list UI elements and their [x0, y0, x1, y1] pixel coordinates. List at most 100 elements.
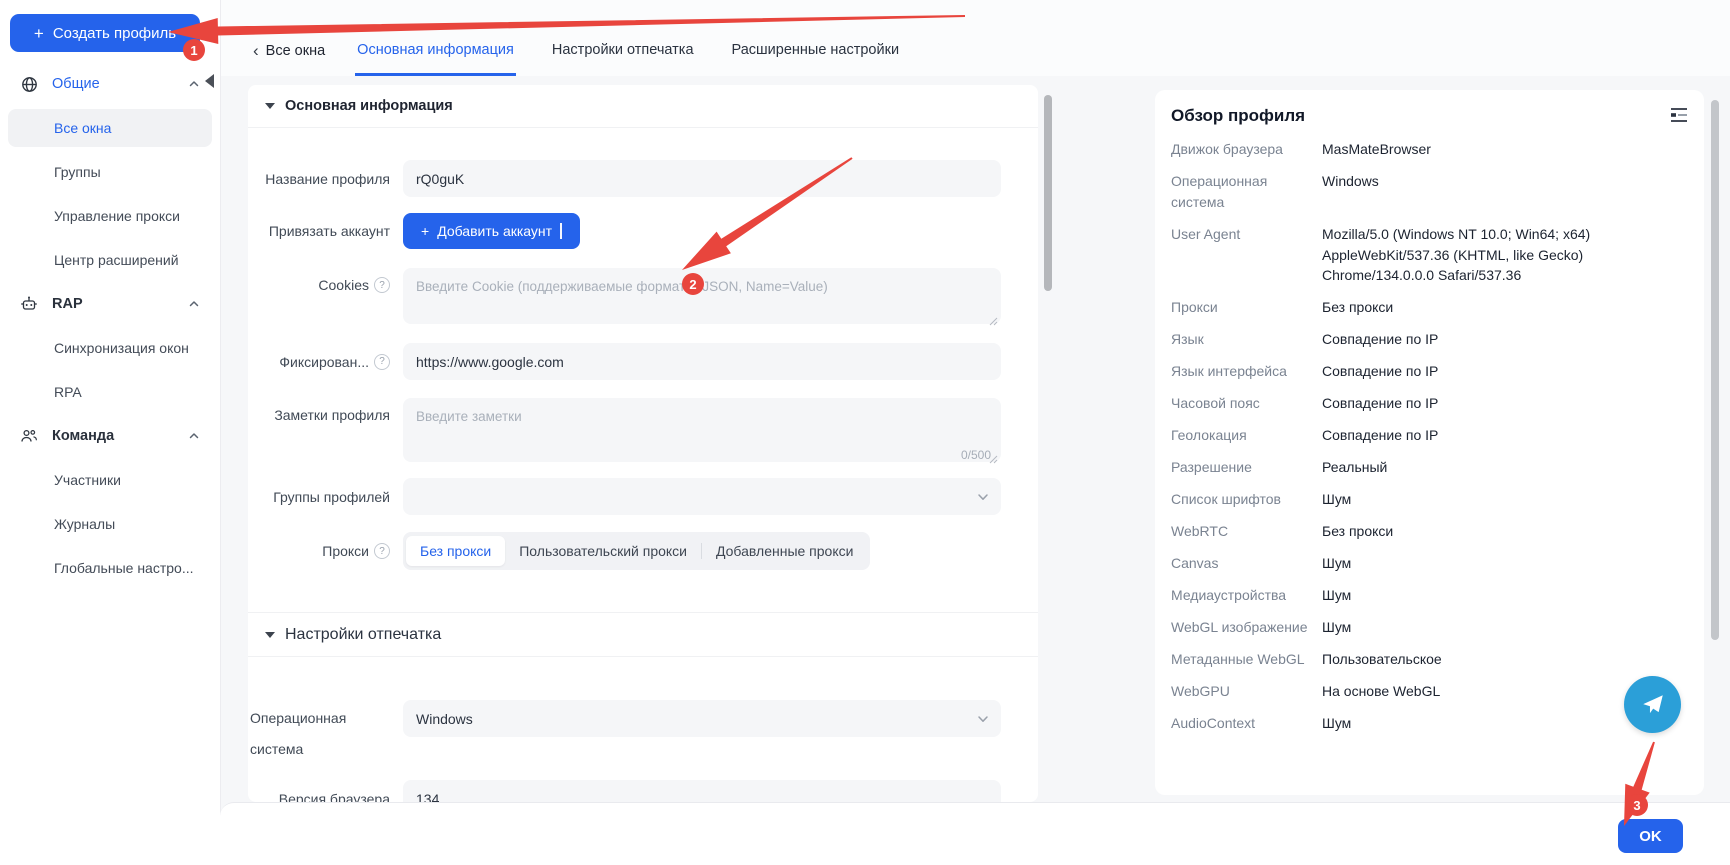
- overview-row-label: Часовой пояс: [1171, 393, 1313, 414]
- sidebar-item[interactable]: Глобальные настро...: [0, 546, 220, 590]
- sidebar-section-2-header[interactable]: RAP: [0, 282, 220, 326]
- sidebar-item[interactable]: Журналы: [0, 502, 220, 546]
- os-select[interactable]: Windows: [403, 700, 1001, 737]
- help-icon[interactable]: ?: [374, 277, 390, 293]
- profile-form-card: Основная информация Название профиля При…: [248, 85, 1038, 802]
- overview-row-value: Шум: [1313, 489, 1688, 510]
- help-icon[interactable]: ?: [374, 354, 390, 370]
- sidebar-section-1-header[interactable]: Общие: [0, 62, 220, 106]
- sidebar-item[interactable]: RPA: [0, 370, 220, 414]
- sidebar-section-3-header[interactable]: Команда: [0, 414, 220, 458]
- resize-handle-icon[interactable]: [989, 317, 998, 326]
- create-profile-button[interactable]: + Создать профиль: [10, 14, 200, 52]
- overview-row: CanvasШум: [1171, 553, 1688, 574]
- overview-row: Часовой поясСовпадение по IP: [1171, 393, 1688, 414]
- overview-row-label: AudioContext: [1171, 713, 1313, 734]
- proxy-option-2[interactable]: Пользовательский прокси: [505, 536, 701, 566]
- telegram-button[interactable]: [1624, 676, 1681, 733]
- bind-account-label: Привязать аккаунт: [250, 213, 390, 249]
- fixed-url-input[interactable]: [403, 343, 1001, 380]
- chevron-up-icon: [188, 78, 200, 90]
- cookies-label: Cookies ?: [250, 277, 390, 293]
- sidebar-item[interactable]: Все окна: [8, 109, 212, 147]
- sidebar-item[interactable]: Центр расширений: [0, 238, 220, 282]
- add-account-label: Добавить аккаунт: [437, 223, 552, 239]
- plus-icon: +: [421, 223, 429, 239]
- tab-2[interactable]: Настройки отпечатка: [550, 42, 696, 76]
- sidebar-item[interactable]: Управление прокси: [0, 194, 220, 238]
- proxy-label: Прокси ?: [250, 532, 390, 570]
- profile-groups-label: Группы профилей: [250, 478, 390, 515]
- sidebar-item[interactable]: Группы: [0, 150, 220, 194]
- chevron-left-icon: ‹: [253, 46, 259, 56]
- overview-row-label: Движок браузера: [1171, 139, 1313, 160]
- overview-row-label: WebRTC: [1171, 521, 1313, 542]
- footer-bar: [220, 802, 1730, 865]
- overview-row: WebRTCБез прокси: [1171, 521, 1688, 542]
- overview-row: Движок браузераMasMateBrowser: [1171, 139, 1688, 160]
- chevron-down-icon: [977, 714, 989, 724]
- browser-version-input[interactable]: [403, 780, 1001, 802]
- overview-rows: Движок браузераMasMateBrowserОперационна…: [1171, 139, 1688, 734]
- overview-row-label: User Agent: [1171, 224, 1313, 286]
- sidebar-section-label: Общие: [52, 76, 174, 92]
- cookies-textarea[interactable]: [403, 268, 1001, 324]
- overview-row-value: Без прокси: [1313, 521, 1688, 542]
- overview-row-value: Пользовательское: [1313, 649, 1688, 670]
- overview-row-label: Разрешение: [1171, 457, 1313, 478]
- overview-row-label: Canvas: [1171, 553, 1313, 574]
- tab-3[interactable]: Расширенные настройки: [730, 42, 902, 76]
- chevron-up-icon: [188, 430, 200, 442]
- notes-label: Заметки профиля: [250, 407, 390, 423]
- basic-info-title: Основная информация: [285, 98, 453, 114]
- window-scrollbar-thumb[interactable]: [1711, 100, 1719, 640]
- create-profile-label: Создать профиль: [53, 25, 176, 42]
- sidebar-item[interactable]: Синхронизация окон: [0, 326, 220, 370]
- list-collapse-icon[interactable]: [1669, 105, 1689, 125]
- tab-1[interactable]: Основная информация: [355, 42, 516, 76]
- overview-row-label: Операционная система: [1171, 171, 1313, 213]
- basic-info-section-header[interactable]: Основная информация: [248, 85, 1038, 128]
- add-account-button[interactable]: + Добавить аккаунт: [403, 213, 580, 249]
- ok-button[interactable]: OK: [1618, 819, 1683, 853]
- overview-row-value: Совпадение по IP: [1313, 361, 1688, 382]
- overview-row-value: Windows: [1313, 171, 1688, 213]
- back-link-label: Все окна: [266, 43, 326, 59]
- overview-title: Обзор профиля: [1171, 106, 1688, 126]
- caret-down-icon: [265, 632, 275, 638]
- caret-down-icon: [265, 103, 275, 109]
- overview-row: WebGPUНа основе WebGL: [1171, 681, 1688, 702]
- form-scrollbar-thumb[interactable]: [1044, 95, 1052, 291]
- proxy-option-1[interactable]: Без прокси: [406, 536, 505, 566]
- overview-row: Операционная системаWindows: [1171, 171, 1688, 213]
- os-label: Операционная система: [250, 703, 370, 765]
- proxy-option-3[interactable]: Добавленные прокси: [702, 536, 867, 566]
- overview-row-label: WebGL изображение: [1171, 617, 1313, 638]
- overview-row: ЯзыкСовпадение по IP: [1171, 329, 1688, 350]
- overview-row-value: Совпадение по IP: [1313, 329, 1688, 350]
- overview-row-value: Реальный: [1313, 457, 1688, 478]
- help-icon[interactable]: ?: [374, 543, 390, 559]
- overview-row-value: Совпадение по IP: [1313, 425, 1688, 446]
- overview-row: Язык интерфейсаСовпадение по IP: [1171, 361, 1688, 382]
- notes-counter: 0/500: [961, 448, 991, 462]
- profile-name-input[interactable]: [403, 160, 1001, 197]
- fingerprint-title: Настройки отпечатка: [285, 626, 441, 644]
- overview-row-value: Совпадение по IP: [1313, 393, 1688, 414]
- notes-textarea[interactable]: [403, 398, 1001, 462]
- resize-handle-icon[interactable]: [989, 455, 998, 464]
- tabs: Основная информация Настройки отпечатка Ра…: [355, 42, 935, 76]
- overview-row: Список шрифтовШум: [1171, 489, 1688, 510]
- back-to-all-windows-link[interactable]: ‹ Все окна: [253, 43, 325, 76]
- overview-row-label: Медиаустройства: [1171, 585, 1313, 606]
- overview-row: Метаданные WebGLПользовательское: [1171, 649, 1688, 670]
- overview-row-value: MasMateBrowser: [1313, 139, 1688, 160]
- fingerprint-section-header[interactable]: Настройки отпечатка: [248, 612, 1038, 657]
- profile-groups-select[interactable]: [403, 478, 1001, 515]
- overview-row: User AgentMozilla/5.0 (Windows NT 10.0; …: [1171, 224, 1688, 286]
- sidebar-item[interactable]: Участники: [0, 458, 220, 502]
- overview-row-value: Шум: [1313, 617, 1688, 638]
- overview-row-label: Метаданные WebGL: [1171, 649, 1313, 670]
- overview-row: AudioContextШум: [1171, 713, 1688, 734]
- sidebar-collapse-icon[interactable]: [205, 74, 214, 88]
